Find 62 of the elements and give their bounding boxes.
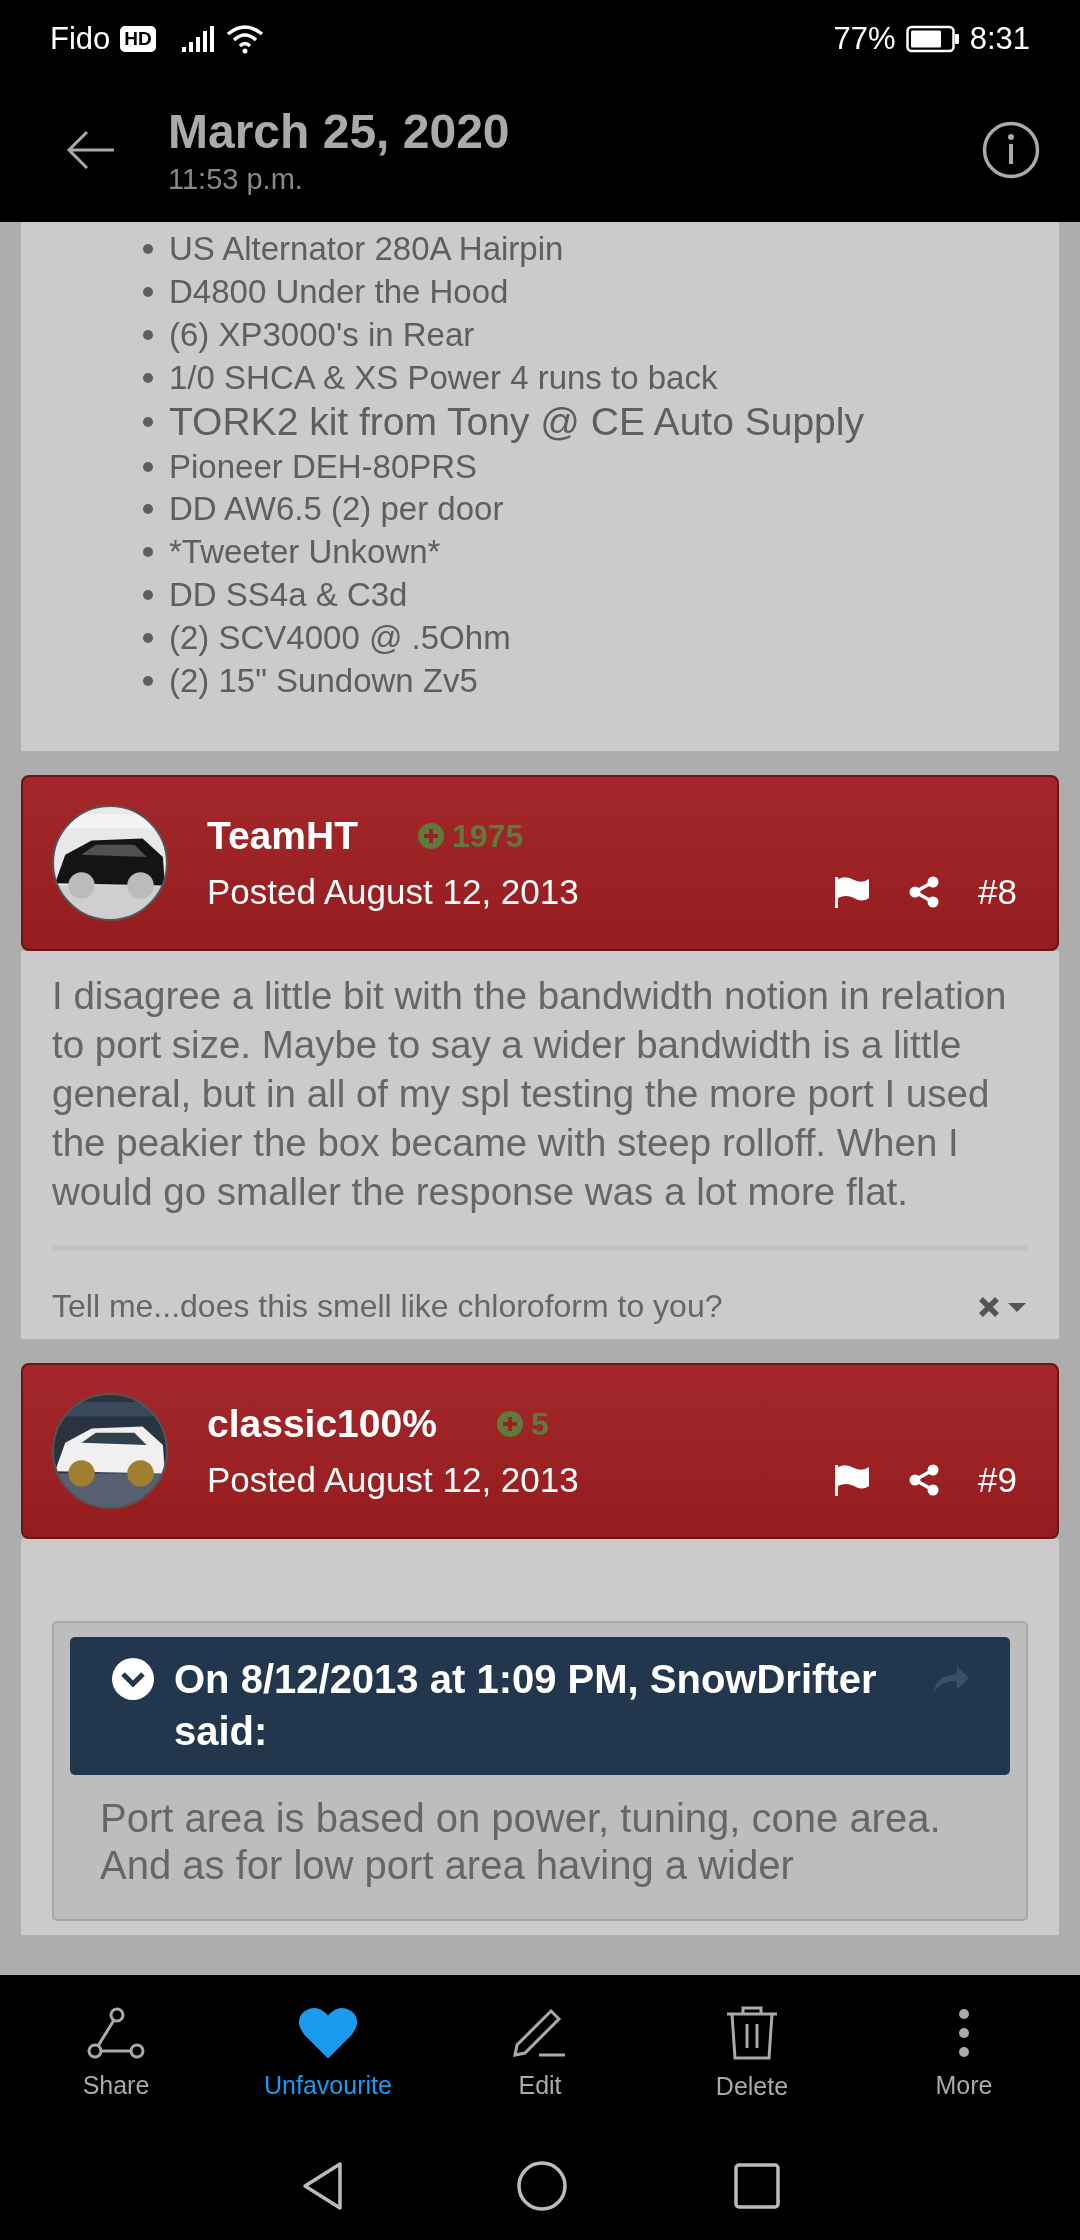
share-icon[interactable] [908,1464,941,1496]
flag-icon[interactable] [834,876,871,908]
screen-title: March 25, 2020 [168,104,511,159]
post-date: Posted August 12, 2013 [207,1460,580,1500]
list-item: (2) 15" Sundown Zv5 [169,661,478,700]
signal-icon [179,25,216,53]
list-item: TORK2 kit from Tony @ CE Auto Supply [169,400,864,445]
chevron-down-icon[interactable] [112,1658,154,1700]
bullet-icon [143,632,153,643]
list-item: (6) XP3000's in Rear [169,316,475,354]
bullet-icon [143,372,153,383]
quote-text: Port area is based on power, tuning, cone area. And as for low port area having a wider [100,1795,942,1889]
bullet-icon [143,244,153,255]
list-item: Pioneer DEH-80PRS [169,447,478,486]
share-icon[interactable] [908,876,941,908]
info-icon[interactable] [982,121,1040,179]
list-item: (2) SCV4000 @ .5Ohm [169,618,511,657]
toolbar-button[interactable]: Share [16,2007,216,2100]
toolbar-button[interactable]: Delete [652,2006,852,2101]
network-badge: HD [120,26,156,52]
bullet-icon [143,675,153,686]
post-number[interactable]: #9 [978,1460,1017,1500]
post-text: I disagree a little bit with the bandwidth notion in relation to port size. Maybe to say a wider bandwidth is a little general, but in all of my spl testing the more port I used the peakier the box became with steep rolloff. When I would go smaller the response was a lot more flat. [52,973,1008,1215]
bullet-icon [143,417,153,428]
author-name[interactable]: classic100% [207,1402,437,1446]
bullet-icon [143,461,153,472]
bullet-icon [143,330,153,340]
reputation-count: 1975 [452,817,524,855]
more-icon [957,2007,971,2059]
battery-icon [905,25,960,53]
plus-icon [418,823,444,849]
list-item: 1/0 SHCA & XS Power 4 runs to back [169,358,718,397]
author-name[interactable]: TeamHT [207,814,358,858]
list-item: DD AW6.5 (2) per door [169,490,504,529]
bullet-icon [143,589,153,600]
signature-text: Tell me...does this smell like chloroform to you? [52,1288,723,1325]
wifi-icon [225,24,264,54]
bullet-icon [143,287,153,298]
reputation-count: 5 [530,1405,549,1443]
screen-subtitle: 11:53 p.m. [168,163,304,196]
list-item: D4800 Under the Hood [169,273,509,312]
recents-icon[interactable] [734,2163,780,2209]
list-item: *Tweeter Unkown* [169,533,441,572]
heart-icon [299,2007,357,2059]
bullet-icon [143,504,153,515]
back-arrow-icon[interactable] [66,130,116,170]
toolbar-button[interactable]: More [864,2007,1064,2100]
clock-time: 8:31 [969,21,1030,57]
share-icon [87,2007,145,2059]
quote-attribution: On 8/12/2013 at 1:09 PM, SnowDrifter said: [174,1656,878,1755]
post-number[interactable]: #8 [978,872,1017,912]
plus-icon [496,1411,523,1437]
post-date: Posted August 12, 2013 [207,872,580,912]
home-icon[interactable] [516,2160,568,2212]
toolbar-button[interactable]: Unfavourite [228,2007,428,2100]
carrier-name: Fido [50,21,111,57]
list-item: US Alternator 280A Hairpin [169,230,564,269]
battery-percent: 77% [833,21,896,57]
toolbar-button[interactable]: Edit [440,2007,640,2100]
bullet-icon [143,547,153,558]
flag-icon[interactable] [834,1464,871,1496]
list-item: DD SS4a & C3d [169,575,408,614]
